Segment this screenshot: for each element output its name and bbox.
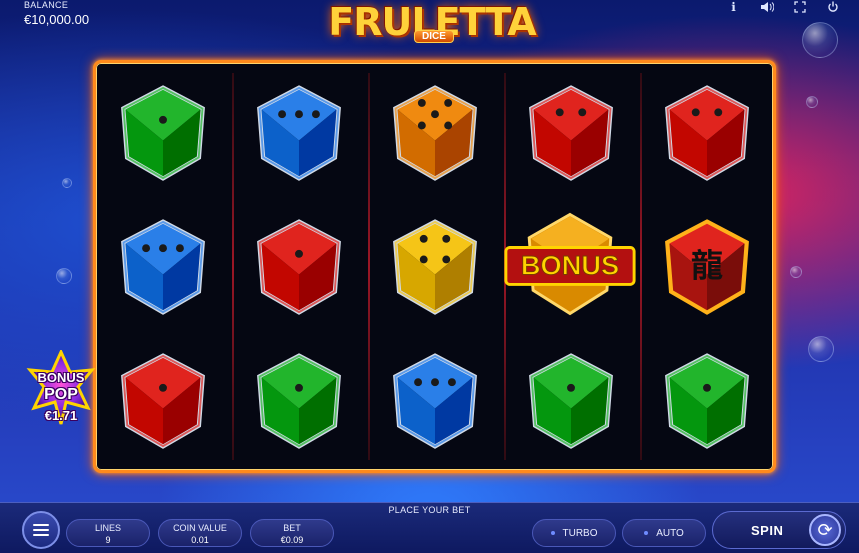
bonus-pop-amount: €1.71 <box>44 408 78 423</box>
blue-die-icon <box>388 351 482 451</box>
green-die-icon <box>252 351 346 451</box>
sound-icon[interactable] <box>750 0 783 14</box>
toggle-dot-icon <box>644 531 649 535</box>
bubble-decoration <box>62 178 72 188</box>
auto-label: AUTO <box>656 527 684 539</box>
svg-text:BONUS: BONUS <box>521 250 619 281</box>
blue-die-icon <box>252 83 346 183</box>
balance-value: €10,000.00 <box>24 12 90 27</box>
bet-selector[interactable]: BET €0.09 <box>250 519 334 547</box>
bubble-decoration <box>790 266 802 278</box>
bonus-pop-badge: BONUS POP €1.71 <box>26 350 96 436</box>
game-logo: FRULETTA DICE <box>320 2 544 50</box>
power-icon[interactable] <box>816 0 849 14</box>
control-bar: PLACE YOUR BET LINES 9 COIN VALUE 0.01 B… <box>0 502 859 553</box>
spin-button[interactable]: SPIN ⟳ <box>712 511 846 549</box>
bonus-symbol: BONUS <box>502 209 638 319</box>
lines-label: LINES <box>94 523 121 533</box>
green-die-icon <box>116 83 210 183</box>
bonus-pop-line2: POP <box>44 386 78 403</box>
toggle-dot-icon <box>550 531 555 535</box>
bet-label: BET <box>283 523 301 533</box>
menu-button[interactable] <box>22 511 60 549</box>
lines-value: 9 <box>105 535 111 545</box>
bubble-decoration <box>806 96 818 108</box>
reel-divider <box>232 73 234 460</box>
bubble-decoration <box>56 268 72 284</box>
dragon-die-icon: 龍 <box>660 217 754 317</box>
top-toolbar: ℹ <box>717 0 849 14</box>
info-icon[interactable]: ℹ <box>717 0 750 14</box>
bubble-decoration <box>802 22 838 58</box>
logo-subtitle: DICE <box>414 30 454 43</box>
balance-display: BALANCE €10,000.00 <box>24 0 89 27</box>
coin-value-label: COIN VALUE <box>173 523 227 533</box>
red-die-icon <box>660 83 754 183</box>
reels-panel: BONUS 龍 <box>93 60 776 473</box>
reel-divider <box>640 73 642 460</box>
reel-divider <box>368 73 370 460</box>
red-die-icon <box>524 83 618 183</box>
blue-die-icon <box>116 217 210 317</box>
svg-text:龍: 龍 <box>691 246 723 284</box>
bonus-pop-line1: BONUS <box>37 370 85 385</box>
bubble-decoration <box>808 336 834 362</box>
red-die-icon <box>252 217 346 317</box>
refresh-icon: ⟳ <box>809 514 841 546</box>
coin-value-selector[interactable]: COIN VALUE 0.01 <box>158 519 242 547</box>
hamburger-icon <box>33 524 49 526</box>
coin-value-value: 0.01 <box>191 535 209 545</box>
yellow-die-icon <box>388 217 482 317</box>
lines-selector[interactable]: LINES 9 <box>66 519 150 547</box>
balance-label: BALANCE <box>24 0 69 10</box>
orange-die-icon <box>388 83 482 183</box>
spin-label: SPIN <box>751 523 784 538</box>
turbo-button[interactable]: TURBO <box>532 519 616 547</box>
auto-button[interactable]: AUTO <box>622 519 706 547</box>
red-die-icon <box>116 351 210 451</box>
bet-value: €0.09 <box>280 535 304 545</box>
fullscreen-icon[interactable] <box>783 0 816 14</box>
turbo-label: TURBO <box>562 527 598 539</box>
green-die-icon <box>524 351 618 451</box>
green-die-icon <box>660 351 754 451</box>
